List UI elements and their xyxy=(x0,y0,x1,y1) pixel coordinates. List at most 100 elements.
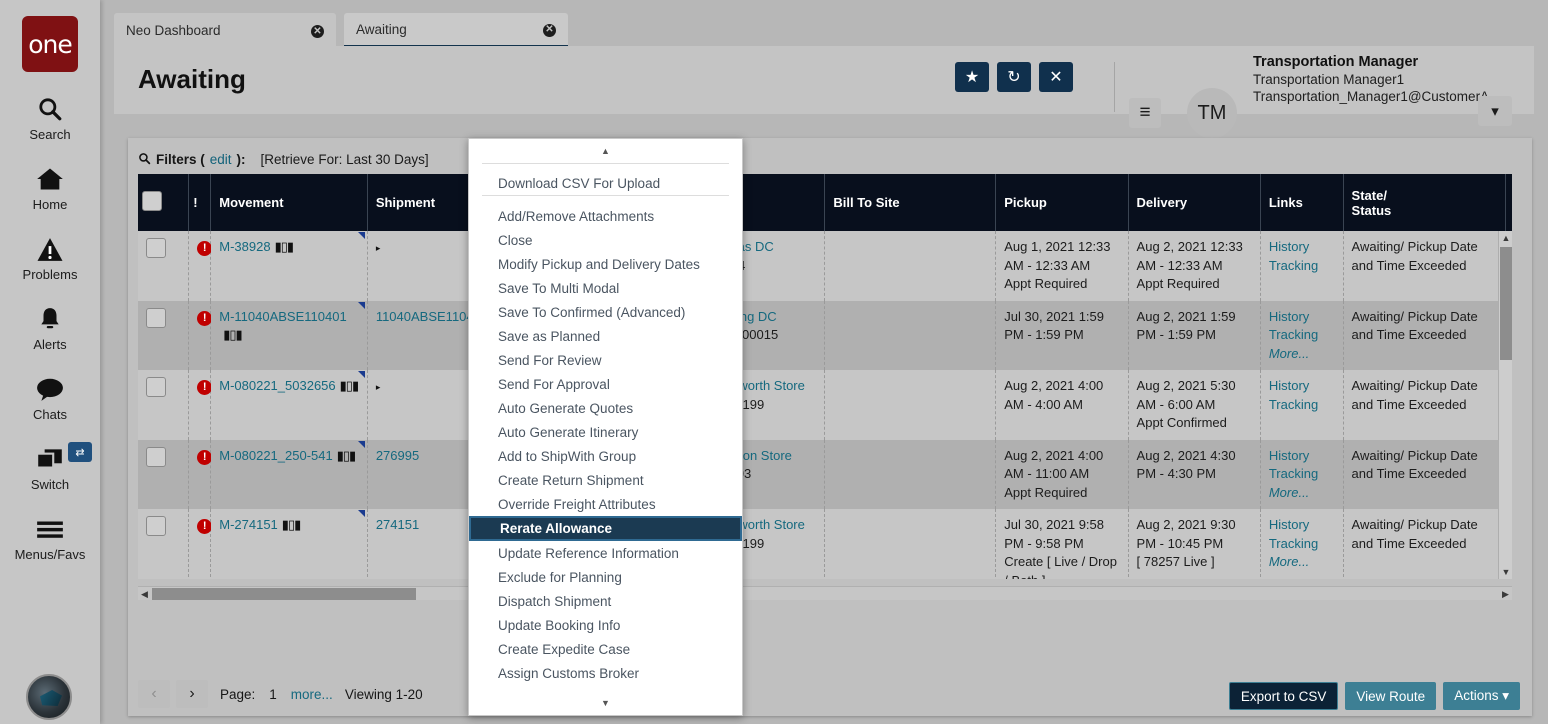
table-row[interactable]: ! M-11040ABSE110401▮▯▮ 11040ABSE110401 C… xyxy=(138,300,1512,370)
row-checkbox[interactable] xyxy=(146,377,166,397)
tab-close-button[interactable]: ✕ xyxy=(517,21,556,37)
tracking-link[interactable]: Tracking xyxy=(1269,257,1335,276)
menu-item-rerate-allowance[interactable]: Rerate Allowance xyxy=(469,516,742,541)
table-row[interactable]: ! M-38928▮▯▮ ▸ CustomerA-Dallas DC Dalla… xyxy=(138,231,1512,301)
previous-page-button[interactable]: ‹ xyxy=(138,680,170,708)
movement-link[interactable]: M-11040ABSE110401 xyxy=(219,309,346,324)
sidebar-user-avatar[interactable] xyxy=(26,674,72,720)
row-checkbox[interactable] xyxy=(146,238,166,258)
menu-item-exclude-for-planning[interactable]: Exclude for Planning xyxy=(469,565,742,589)
tab-close-button[interactable]: ✕ xyxy=(285,23,324,39)
sidebar-item-problems[interactable]: Problems xyxy=(0,234,100,282)
row-checkbox[interactable] xyxy=(146,307,166,328)
more-link[interactable]: More... xyxy=(1269,553,1335,572)
more-link[interactable]: More... xyxy=(1269,484,1335,503)
table-row[interactable]: ! M-080221_5032656▮▯▮ ▸ CustomerA-Fortwo… xyxy=(138,370,1512,440)
movement-link[interactable]: M-080221_5032656 xyxy=(219,378,335,393)
menu-item-update-booking-info[interactable]: Update Booking Info xyxy=(469,613,742,637)
scroll-down-arrow-icon[interactable]: ▼ xyxy=(1499,565,1512,579)
actions-dropdown-button[interactable]: Actions ▾ xyxy=(1443,682,1520,710)
cell-select[interactable] xyxy=(138,509,190,579)
menu-item-save-to-confirmed-advanced[interactable]: Save To Confirmed (Advanced) xyxy=(469,300,742,324)
filters-edit-link[interactable]: edit xyxy=(210,152,232,167)
menu-item-modify-pickup-and-delivery-dates[interactable]: Modify Pickup and Delivery Dates xyxy=(469,252,742,276)
movement-link[interactable]: M-274151 xyxy=(219,517,278,532)
sidebar-item-home[interactable]: Home xyxy=(0,164,100,212)
th-quote[interactable]: Quot xyxy=(1505,174,1512,231)
th-state-status[interactable]: State/ Status xyxy=(1343,174,1506,231)
next-page-button[interactable]: › xyxy=(176,680,208,708)
menu-scroll-down-arrow-icon[interactable]: ▼ xyxy=(469,691,742,715)
menu-item-close[interactable]: Close xyxy=(469,228,742,252)
tracking-link[interactable]: Tracking xyxy=(1269,326,1335,345)
sidebar-item-chats[interactable]: Chats xyxy=(0,374,100,422)
vertical-scroll-thumb[interactable] xyxy=(1500,247,1512,360)
scroll-left-arrow-icon[interactable]: ◀ xyxy=(138,587,151,601)
menu-item-save-as-planned[interactable]: Save as Planned xyxy=(469,324,742,348)
switch-badge-icon[interactable]: ⇄ xyxy=(68,442,92,462)
cell-select[interactable] xyxy=(138,231,190,301)
menu-item-send-for-approval[interactable]: Send For Approval xyxy=(469,372,742,396)
expand-arrow-icon[interactable]: ▸ xyxy=(376,382,381,392)
menu-item-auto-generate-quotes[interactable]: Auto Generate Quotes xyxy=(469,396,742,420)
menu-item-add-remove-attachments[interactable]: Add/Remove Attachments xyxy=(469,204,742,228)
sidebar-item-switch[interactable]: ⇄ Switch xyxy=(0,442,100,492)
cell-select[interactable] xyxy=(138,439,190,509)
shipment-link[interactable]: 276995 xyxy=(376,448,419,463)
history-link[interactable]: History xyxy=(1269,516,1335,535)
history-link[interactable]: History xyxy=(1269,447,1335,466)
menu-item-download-csv-for-upload[interactable]: Download CSV For Upload xyxy=(469,171,742,195)
tab-awaiting[interactable]: Awaiting ✕ xyxy=(344,13,568,48)
user-avatar[interactable]: TM xyxy=(1187,88,1237,138)
grid-vertical-scrollbar[interactable]: ▲ ▼ xyxy=(1498,231,1512,579)
menu-item-send-for-review[interactable]: Send For Review xyxy=(469,348,742,372)
row-checkbox[interactable] xyxy=(146,446,166,467)
user-menu-dropdown-button[interactable]: ▾ xyxy=(1478,96,1512,126)
tracking-link[interactable]: Tracking xyxy=(1269,396,1335,415)
th-links[interactable]: Links xyxy=(1260,174,1344,231)
map-icon[interactable]: ▮▯▮ xyxy=(337,447,356,466)
map-icon[interactable]: ▮▯▮ xyxy=(340,377,359,396)
sidebar-item-menus-favs[interactable]: Menus/Favs xyxy=(0,514,100,562)
th-movement[interactable]: Movement xyxy=(210,174,368,231)
th-bill-to-site[interactable]: Bill To Site xyxy=(824,174,997,231)
tab-neo-dashboard[interactable]: Neo Dashboard ✕ xyxy=(114,13,336,48)
th-delivery[interactable]: Delivery xyxy=(1128,174,1261,231)
th-pickup[interactable]: Pickup xyxy=(995,174,1129,231)
tracking-link[interactable]: Tracking xyxy=(1269,535,1335,554)
cell-select[interactable] xyxy=(138,370,190,440)
shipment-link[interactable]: 274151 xyxy=(376,517,419,532)
view-route-button[interactable]: View Route xyxy=(1345,682,1437,710)
scroll-up-arrow-icon[interactable]: ▲ xyxy=(1499,231,1512,245)
header-menu-button[interactable]: ≡ xyxy=(1129,98,1161,128)
more-link[interactable]: More... xyxy=(1269,345,1335,364)
export-to-csv-button[interactable]: Export to CSV xyxy=(1228,682,1339,710)
tracking-link[interactable]: Tracking xyxy=(1269,465,1335,484)
menu-item-create-return-shipment[interactable]: Create Return Shipment xyxy=(469,468,742,492)
close-page-button[interactable]: ✕ xyxy=(1039,62,1073,92)
menu-item-save-to-multi-modal[interactable]: Save To Multi Modal xyxy=(469,276,742,300)
more-pages-link[interactable]: more... xyxy=(291,687,333,702)
history-link[interactable]: History xyxy=(1269,377,1335,396)
one-logo[interactable]: one xyxy=(22,16,78,72)
movement-link[interactable]: M-38928 xyxy=(219,239,270,254)
menu-item-update-reference-information[interactable]: Update Reference Information xyxy=(469,541,742,565)
scroll-right-arrow-icon[interactable]: ▶ xyxy=(1499,587,1512,601)
menu-item-auto-generate-itinerary[interactable]: Auto Generate Itinerary xyxy=(469,420,742,444)
movement-link[interactable]: M-080221_250-541 xyxy=(219,448,332,463)
history-link[interactable]: History xyxy=(1269,308,1335,327)
select-all-checkbox[interactable] xyxy=(142,191,162,211)
menu-scroll-up-arrow-icon[interactable]: ▲ xyxy=(469,139,742,163)
menu-item-add-to-shipwith-group[interactable]: Add to ShipWith Group xyxy=(469,444,742,468)
table-row[interactable]: ! M-274151▮▯▮ 274151 CustomerA-Fortworth… xyxy=(138,509,1512,579)
sidebar-item-search[interactable]: Search xyxy=(0,94,100,142)
history-link[interactable]: History xyxy=(1269,238,1335,257)
expand-arrow-icon[interactable]: ▸ xyxy=(376,243,381,253)
map-icon[interactable]: ▮▯▮ xyxy=(223,326,242,345)
th-alert[interactable]: ! xyxy=(188,174,212,231)
menu-item-create-expedite-case[interactable]: Create Expedite Case xyxy=(469,637,742,661)
cell-select[interactable] xyxy=(138,300,190,370)
sidebar-item-alerts[interactable]: Alerts xyxy=(0,304,100,352)
menu-item-dispatch-shipment[interactable]: Dispatch Shipment xyxy=(469,589,742,613)
map-icon[interactable]: ▮▯▮ xyxy=(282,516,301,535)
